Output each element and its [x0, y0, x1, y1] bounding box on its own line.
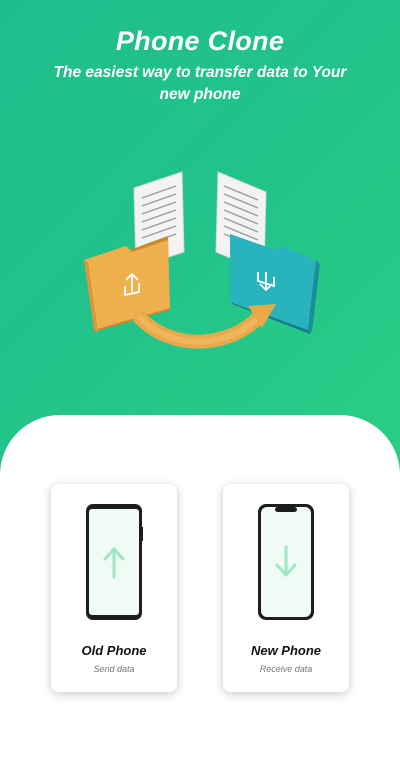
new-phone-card[interactable]: New Phone Receive data: [223, 484, 349, 692]
new-phone-icon: [258, 504, 314, 620]
app-subtitle: The easiest way to transfer data to Your…: [53, 64, 347, 103]
old-phone-icon: [86, 504, 143, 620]
old-phone-card[interactable]: Old Phone Send data: [51, 484, 177, 692]
app-title: Phone Clone: [115, 26, 285, 56]
old-phone-title: Old Phone: [81, 643, 147, 658]
new-phone-subtitle: Receive data: [259, 664, 313, 674]
old-phone-subtitle: Send data: [93, 664, 135, 674]
new-phone-title: New Phone: [250, 643, 322, 658]
upload-folder-icon: [84, 236, 170, 332]
download-folder-icon: [230, 234, 320, 334]
transfer-illustration: [84, 171, 320, 349]
